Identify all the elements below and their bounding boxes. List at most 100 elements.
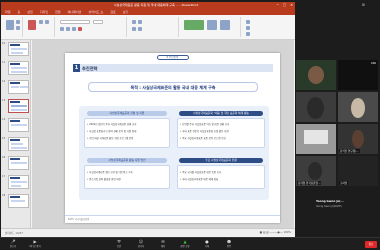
participant-tile[interactable] [296,92,336,122]
select-icon[interactable] [246,32,250,36]
thumb-num: 14 [2,118,6,121]
copy-icon[interactable] [16,26,20,30]
thumb-num: 10 [2,42,6,45]
new-slide-icon[interactable] [28,20,36,30]
tab-transitions[interactable]: 전환 [55,10,61,14]
status-bar: 슬라이드 13/27 ■ ▤ ▥ ─────●── 100% [1,228,295,236]
slide-thumbnail[interactable] [8,175,29,189]
shapes-gallery-icon[interactable] [184,20,204,30]
record-button[interactable]: ● 기록 [198,239,216,250]
panel-left-top: • 2021년 상반기 주요 사실상국제표준 현황 조사 • 사실상 표준화기구… [84,118,170,148]
participant-tile[interactable]: KPA [338,60,378,90]
slide-thumbnail[interactable] [8,194,29,208]
slide-thumbnail[interactable] [8,156,29,170]
tab-home[interactable]: 홈 [18,10,21,14]
slide-thumbnail[interactable] [8,80,29,94]
participant-tile[interactable] [338,92,378,122]
thumb-num: 18 [2,194,6,197]
ribbon-group-clipboard [3,17,23,37]
participant-video [308,162,322,180]
participant-name: 김가영 한국표준협... [297,181,322,185]
participant-video [352,130,364,148]
pill-left-bottom: 사실상국제표준화 활동 지원 방안 [87,158,167,163]
underline-icon[interactable] [72,27,76,31]
quick-styles-icon[interactable] [220,20,230,30]
thumb-num: 13 [2,99,6,102]
align-center-icon[interactable] [138,27,142,31]
maximize-icon[interactable]: □ [283,3,286,7]
zoom-controls[interactable]: ■ ▤ ▥ ─────●── 100% [260,231,291,234]
participant-tile[interactable]: 조하영 [338,156,378,186]
participants-button[interactable]: ☺ 참가자 [132,239,150,250]
slide-thumbnail[interactable] [8,118,29,132]
slide-thumbnails: 10 11 12 13 14 15 16 17 18 [1,40,31,228]
share-screen-button[interactable]: ▲ 화면 공유 [176,239,194,250]
tab-slideshow[interactable]: 슬라이드 쇼 [88,10,103,14]
panel-left-bottom: • 사실상국제표준 정보 공유 및 네트워크 구축 • 중소기업 참여 활성화 … [84,165,170,189]
footer-logo-text: KATS 국가기술표준원 [68,218,90,221]
slide-thumbnail[interactable] [8,61,29,75]
slide-thumbnail-active[interactable] [8,99,29,113]
bullet: • 사실상 표준화기구 참여 현황 분석 및 지원 확대 [87,130,137,133]
participant-tile[interactable]: 김가영 한국표준협... [296,156,336,186]
reset-icon[interactable] [45,20,49,24]
window-controls: ─ □ ✕ [277,3,293,7]
paste-icon[interactable] [6,20,14,30]
participant-tile[interactable] [296,124,336,154]
chat-button[interactable]: ✉ 채팅 [154,239,172,250]
slide-counter: 슬라이드 13/27 [5,232,23,235]
close-icon[interactable]: ✕ [290,3,293,7]
gallery-view-icon[interactable]: ⊞ [362,3,365,7]
tab-insert[interactable]: 삽입 [27,10,33,14]
security-button[interactable]: ⛨ 보안 [110,239,128,250]
numbering-icon[interactable] [138,20,142,24]
mute-button[interactable]: 🎤 음소거 [4,239,22,250]
tab-review[interactable]: 검토 [110,10,116,14]
replace-icon[interactable] [246,26,250,30]
tab-view[interactable]: 보기 [123,10,129,14]
tb-lab: 화면 공유 [180,245,190,248]
powerpoint-window: 사실상국제표준 활동 지원 및 국내 대응체계 구축 ... - PowerPo… [1,2,295,237]
thumb-num: 11 [2,61,6,64]
tb-lab: 비디오 중지 [29,245,41,248]
slide[interactable]: Ⅱ 추진전략 1 추진전략 목적 : 사실상국제표준의 활동 국내 대응 체계 … [65,53,280,223]
minimize-icon[interactable]: ─ [277,3,279,7]
font-selector[interactable] [60,20,90,24]
font-size-selector[interactable] [93,20,103,24]
participant-label: KPA [371,62,376,65]
thumb-num: 15 [2,137,6,140]
layout-icon[interactable] [39,20,43,24]
italic-icon[interactable] [66,27,70,31]
section-tag: Ⅱ 추진전략 [156,55,189,60]
leave-button[interactable]: 종료 [365,241,377,248]
pill-left-top: 사실상국제표준화 현황 및 지원 [87,111,167,116]
pill-right-top: 사실상국제표준화 "대응 및 국민 표준화 체계 활동 [179,111,263,116]
slide-thumbnail[interactable] [8,42,29,56]
font-color-icon[interactable] [78,27,82,31]
video-button[interactable]: ▶ 비디오 중지 [26,239,44,250]
participant-name: 조하영 [339,181,349,185]
panel-right-top: • 산업별 주요 사실상표준 이슈 및 대응 현황 조사 • 국내 표준 전문가… [177,118,265,148]
speaker-area: Yeong Gwon Jo(... Yeong Gwon Jo(KGTP) [296,195,380,235]
participant-name: 윤석진 연구원(... [339,149,360,153]
footer-divider [65,215,280,216]
thumb-num: 17 [2,175,6,178]
slide-thumbnail[interactable] [8,137,29,151]
tab-animations[interactable]: 애니메이션 [68,10,82,14]
bold-icon[interactable] [60,27,64,31]
bullets-icon[interactable] [132,20,136,24]
ribbon-group-slides [25,17,55,37]
tab-file[interactable]: 파일 [5,10,11,14]
cut-icon[interactable] [16,20,20,24]
participant-tile[interactable] [296,60,336,90]
tab-design[interactable]: 디자인 [40,10,48,14]
bullet: • 국내 표준 전문가 사실상표준화 포럼 활동 지원 [180,130,229,133]
tb-lab: 참가자 [137,245,145,248]
participant-tile[interactable]: 윤석진 연구원(... [338,124,378,154]
reactions-button[interactable]: ☻ 반응 [220,239,238,250]
arrange-icon[interactable] [207,20,217,30]
bullet: • 국내 사실상국제표준 대응 체계 강화 [180,178,219,181]
view-options[interactable]: ⊞ [362,3,365,7]
find-icon[interactable] [246,20,250,24]
align-left-icon[interactable] [132,27,136,31]
